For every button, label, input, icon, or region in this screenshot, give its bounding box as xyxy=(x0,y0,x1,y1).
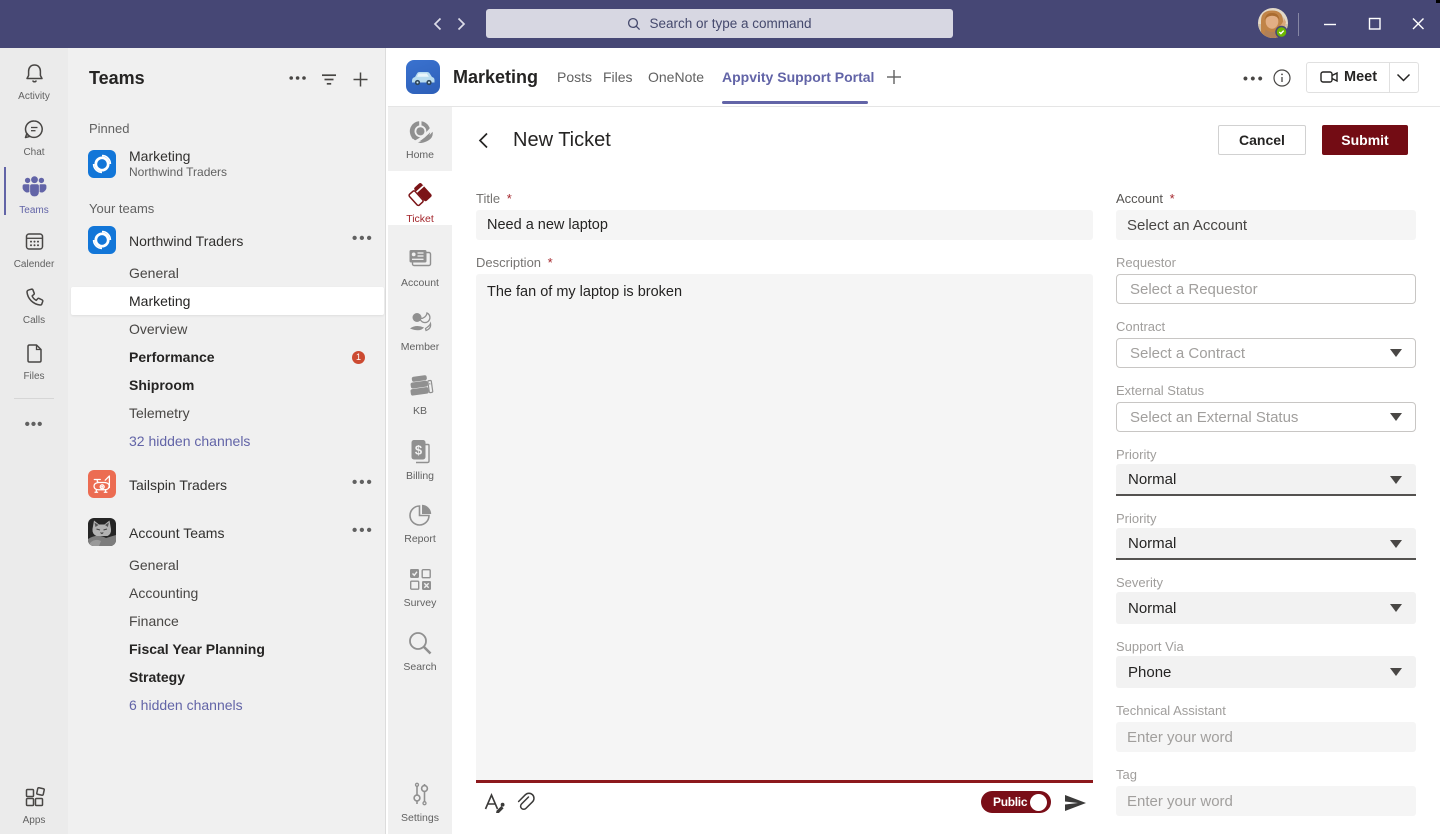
svg-text:$: $ xyxy=(414,442,422,457)
